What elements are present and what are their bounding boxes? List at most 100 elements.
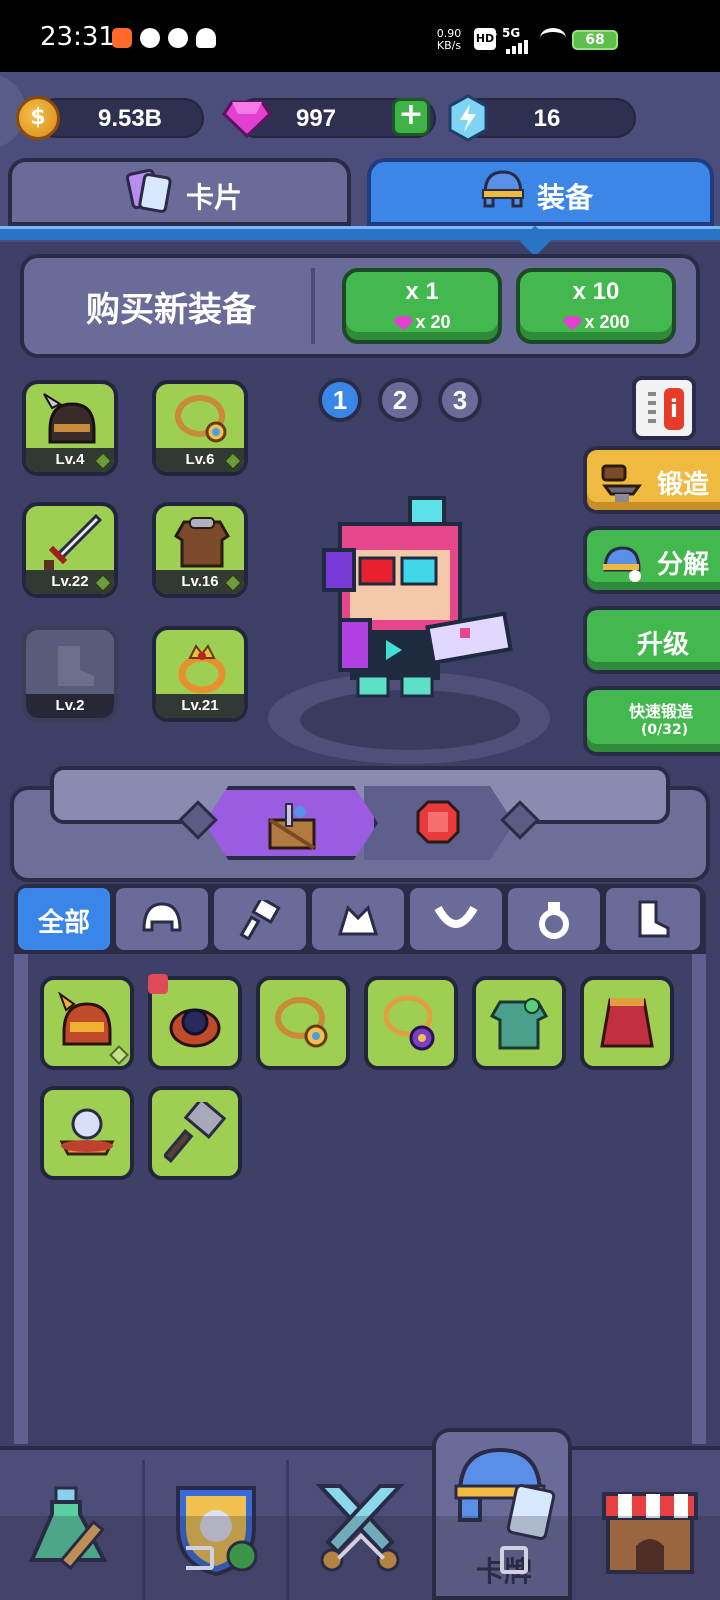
lock-icon (148, 974, 168, 994)
page-1-button[interactable]: 1 (318, 378, 362, 422)
info-button[interactable]: i (632, 376, 696, 440)
equipped-helmet-slot[interactable]: Lv.4 (22, 380, 118, 476)
necklace-icon (434, 905, 478, 928)
tab-underline (0, 226, 720, 240)
qq-browser-icon (140, 28, 160, 48)
equipped-boots-slot[interactable]: Lv.2 (22, 626, 118, 722)
helmet-tab-icon (482, 170, 524, 208)
hammer-icon (239, 900, 281, 940)
inventory-item[interactable] (256, 976, 350, 1070)
green-armor-icon (489, 998, 549, 1050)
quick-forge-label: 快速锻造 (629, 702, 694, 721)
equipped-armor-slot[interactable]: Lv.16 (152, 502, 248, 598)
inventory-item[interactable] (148, 974, 242, 1070)
signal-label: 5G (502, 26, 521, 40)
boots-placeholder-icon (58, 646, 94, 686)
buy-x10-qty: x 10 (572, 278, 620, 305)
buy-x1-qty: x 1 (405, 278, 439, 305)
filter-necklace-tab[interactable] (410, 888, 502, 950)
filter-all-label: 全部 (37, 908, 90, 938)
tab-cards-label: 卡片 (186, 181, 243, 214)
forge-label: 锻造 (657, 470, 710, 500)
info-icon: i (664, 388, 684, 430)
red-cape-icon (600, 998, 654, 1048)
helmet-icon (142, 902, 182, 932)
app2-notification-icon (168, 28, 188, 48)
filter-boots-tab[interactable] (606, 888, 700, 950)
upgrade-label: 升级 (637, 630, 690, 660)
category-gems-tab[interactable] (364, 786, 514, 860)
ring-icon (178, 644, 226, 694)
inventory-item[interactable] (472, 976, 566, 1070)
anvil-icon (601, 464, 642, 502)
buy-x10-cost: x 200 (520, 312, 672, 333)
page-3-button[interactable]: 3 (438, 378, 482, 422)
gold-coin-icon: $ (16, 96, 60, 140)
list-lines-icon (648, 392, 656, 428)
purple-amulet-icon (383, 995, 435, 1051)
equipped-weapon-slot[interactable]: Lv.22 (22, 502, 118, 598)
tab-cards[interactable]: 卡片 (8, 158, 351, 226)
cape-icon (337, 905, 379, 936)
gem-icon (222, 100, 272, 138)
horned-helmet-icon (43, 393, 96, 444)
filter-weapon-tab[interactable] (214, 888, 306, 950)
buy-x10-button[interactable]: x 10 x 200 (516, 268, 676, 344)
network-speed: 0.90 KB/s (436, 27, 462, 52)
inventory-item[interactable] (148, 1086, 242, 1180)
equipped-ring-slot[interactable]: Lv.21 (152, 626, 248, 722)
gold-necklace-icon (275, 997, 328, 1048)
red-gem-icon (416, 800, 460, 844)
add-gems-button[interactable]: + (392, 98, 430, 136)
broken-helmet-icon (603, 546, 641, 582)
dark-ring-icon (169, 1008, 221, 1048)
equipped-necklace-slot[interactable]: Lv.6 (152, 380, 248, 476)
tab-equipment[interactable]: 装备 (367, 158, 714, 226)
inventory-item[interactable] (580, 976, 674, 1070)
buy-x1-cost: x 20 (346, 312, 498, 333)
filter-armor-tab[interactable] (312, 888, 404, 950)
gem-icon (393, 316, 414, 331)
signal-bars-icon (506, 40, 528, 54)
upgrade-button[interactable]: 升级 (583, 606, 720, 674)
buy-x1-button[interactable]: x 1 x 20 (342, 268, 502, 344)
equipment-crate-icon (268, 803, 316, 850)
recents-gesture-icon[interactable] (500, 1546, 528, 1574)
filter-all-tab[interactable]: 全部 (18, 888, 110, 950)
energy-bolt-icon (448, 94, 488, 142)
war-hammer-icon (164, 1102, 226, 1163)
necklace-icon (175, 395, 227, 443)
gold-amount: 9.53B (97, 105, 163, 132)
quick-forge-button[interactable]: 快速锻造 (0/32) (583, 686, 720, 756)
pearl-crown-icon (59, 1108, 115, 1156)
gold-pill: 9.53B (36, 98, 204, 138)
qq-icon (196, 28, 216, 48)
hero-character (322, 496, 513, 698)
salvage-label: 分解 (657, 550, 710, 580)
inventory-item[interactable] (364, 976, 458, 1070)
quick-forge-count: (0/32) (641, 722, 689, 738)
salvage-button[interactable]: 分解 (583, 526, 720, 594)
filter-helmet-tab[interactable] (116, 888, 208, 950)
forge-button[interactable]: 锻造 (583, 446, 720, 514)
filter-ring-tab[interactable] (508, 888, 600, 950)
buy-equipment-title: 购买新装备 (86, 290, 256, 330)
boots-icon (638, 900, 670, 938)
slot-level: Lv.21 (156, 694, 244, 718)
back-gesture-icon[interactable] (186, 1546, 214, 1570)
horned-helmet-icon (58, 992, 112, 1046)
inventory-item[interactable] (40, 1086, 134, 1180)
ring-icon (539, 902, 569, 939)
page-2-button[interactable]: 2 (378, 378, 422, 422)
armor-icon (174, 517, 230, 568)
gem-icon (562, 316, 583, 331)
tab-equipment-label: 装备 (537, 181, 594, 214)
app-notification-icon (112, 28, 132, 48)
sword-icon (44, 513, 103, 570)
slot-level: Lv.2 (26, 694, 114, 718)
battery-indicator: 68 (572, 30, 618, 50)
inventory-item[interactable] (40, 976, 134, 1070)
category-equipment-tab[interactable] (204, 786, 378, 860)
cards-tab-icon (125, 168, 172, 213)
status-time: 23:31 (40, 22, 115, 52)
